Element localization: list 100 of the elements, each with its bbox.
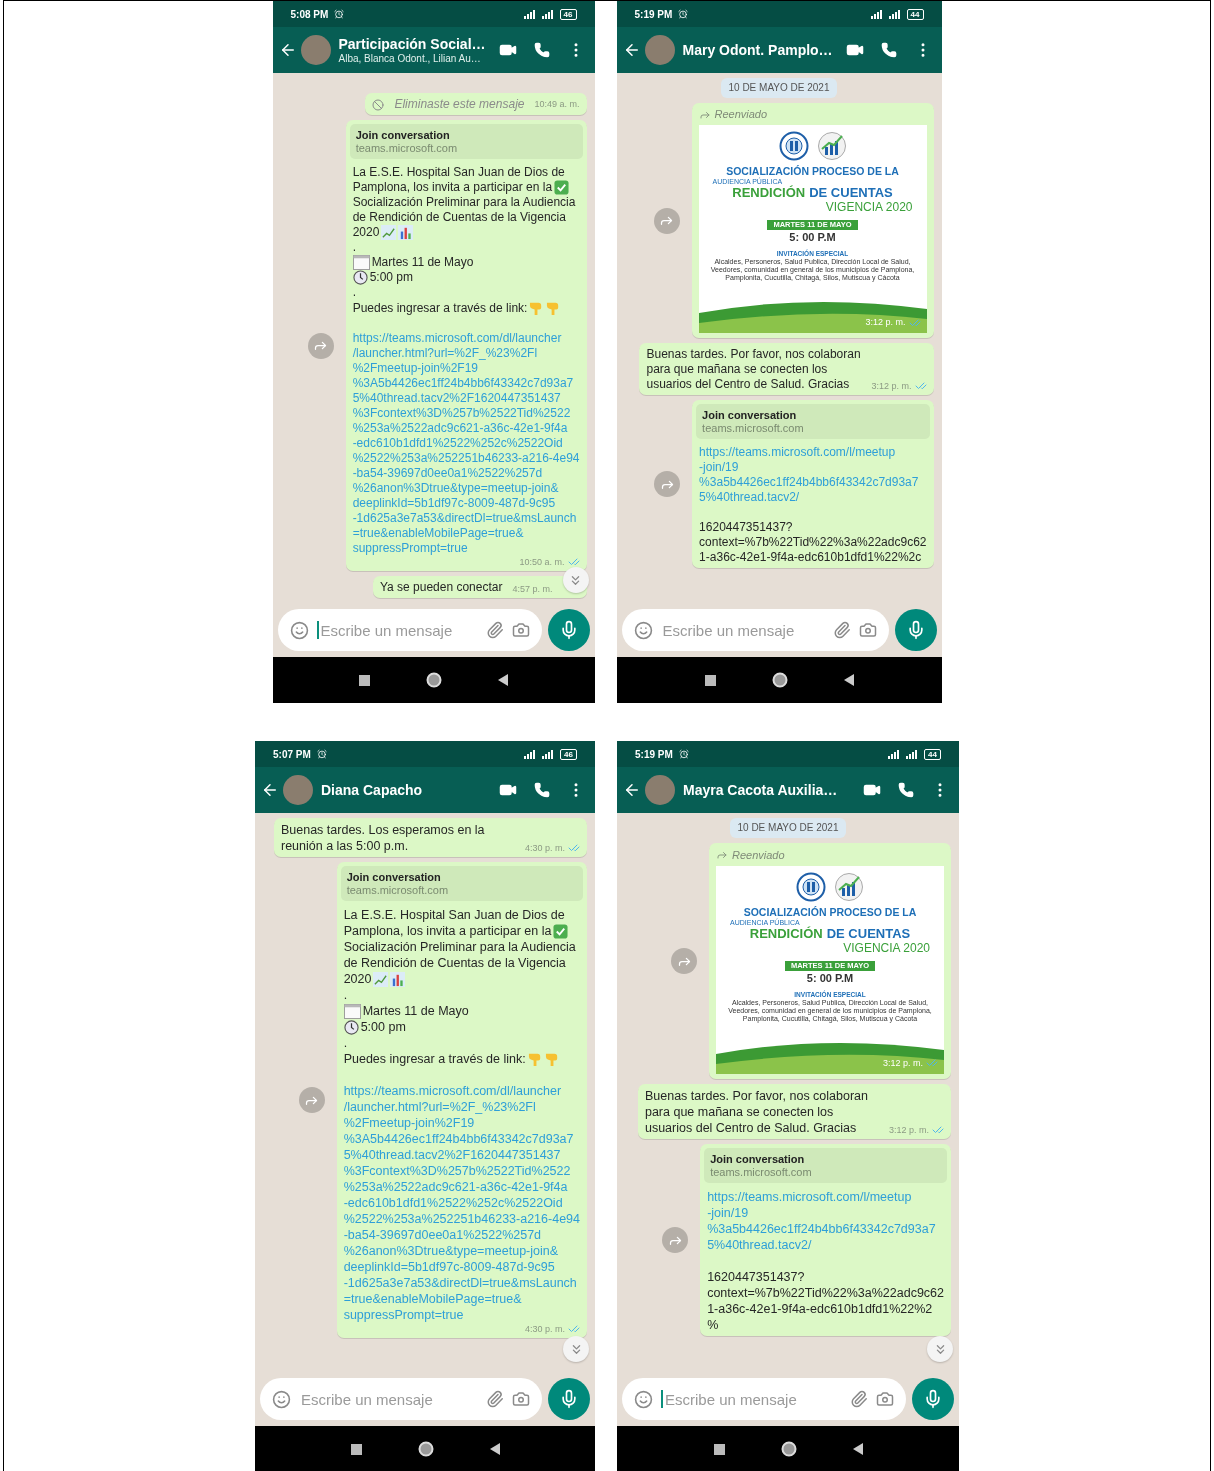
camera-icon[interactable] xyxy=(876,1390,894,1408)
check-mark-icon xyxy=(554,180,570,195)
message-field[interactable]: Escribe un mensaje xyxy=(277,609,542,651)
microphone-button[interactable] xyxy=(912,1378,954,1420)
camera-icon[interactable] xyxy=(512,1390,530,1408)
emoji-icon[interactable] xyxy=(634,1389,653,1409)
scroll-down-button[interactable] xyxy=(563,1336,589,1362)
message-time: 4:30 p. m. xyxy=(524,1323,565,1335)
battery-indicator: 46 xyxy=(559,8,577,20)
bar-chart-icon xyxy=(390,971,406,987)
battery-indicator: 46 xyxy=(560,748,577,760)
phone-call-icon[interactable] xyxy=(534,782,550,798)
deleted-message-text: Eliminaste este mensaje xyxy=(394,97,525,112)
poster-time: 5: 00 P.M xyxy=(806,971,854,985)
link-preview[interactable]: Join conversation teams.microsoft.com xyxy=(704,1148,947,1183)
message-text: 1620447351437? xyxy=(707,1269,805,1285)
link-preview[interactable]: Join conversation teams.microsoft.com xyxy=(696,404,930,439)
link-preview[interactable]: Join conversation teams.microsoft.com xyxy=(349,124,583,159)
home-icon[interactable] xyxy=(417,1441,434,1457)
check-mark-icon xyxy=(553,923,569,939)
message-text: 5:00 pm xyxy=(369,270,413,285)
attach-icon[interactable] xyxy=(486,1390,504,1408)
microphone-button[interactable] xyxy=(894,609,937,651)
message-text: de Rendición de Cuentas de la Vigencia xyxy=(352,210,566,225)
deleted-icon xyxy=(372,98,385,111)
home-icon[interactable] xyxy=(780,1441,797,1457)
back-nav-icon[interactable] xyxy=(498,674,508,686)
microphone-button[interactable] xyxy=(548,1378,590,1420)
back-icon[interactable] xyxy=(623,781,641,799)
status-time: 5:19 PM xyxy=(635,748,673,760)
message-text: . xyxy=(352,285,356,300)
camera-icon[interactable] xyxy=(511,621,530,639)
forwarded-label: Reenviado xyxy=(732,848,785,863)
phone-call-icon[interactable] xyxy=(898,782,914,798)
poster-time: 5: 00 P.M xyxy=(789,230,836,244)
growth-chart-icon xyxy=(816,131,847,161)
poster-headline: DE CUENTAS xyxy=(826,927,911,941)
home-icon[interactable] xyxy=(426,672,442,688)
link-preview-domain: teams.microsoft.com xyxy=(355,142,459,155)
phone-call-icon[interactable] xyxy=(533,42,550,58)
poster-image[interactable] xyxy=(716,866,944,1074)
battery-indicator: 44 xyxy=(924,748,941,760)
message-text: context=%7b%22Tid%22%3a%22adc9c62 xyxy=(699,535,927,550)
battery-indicator: 44 xyxy=(906,8,924,20)
attach-icon[interactable] xyxy=(850,1390,868,1408)
phone-call-icon[interactable] xyxy=(880,42,897,58)
signal-icon xyxy=(524,749,537,759)
emoji-icon[interactable] xyxy=(289,620,309,640)
recent-apps-icon[interactable] xyxy=(704,674,716,686)
message-text: Pamplona, los invita a participar en la xyxy=(343,923,552,939)
link-preview-domain: teams.microsoft.com xyxy=(702,422,805,435)
line-chart-icon xyxy=(373,971,389,987)
chat-title[interactable]: Mayra Cacota Auxilia… xyxy=(683,781,838,799)
back-nav-icon[interactable] xyxy=(843,674,854,686)
message-field[interactable]: Escribe un mensaje xyxy=(621,609,889,651)
calendar-icon xyxy=(343,1003,361,1019)
message-text: 5:00 pm xyxy=(360,1019,406,1035)
message-field[interactable]: Escribe un mensaje xyxy=(622,1378,906,1420)
message-input[interactable]: Escribe un mensaje xyxy=(318,620,478,640)
recent-apps-icon[interactable] xyxy=(350,1443,362,1455)
link-preview-domain: teams.microsoft.com xyxy=(710,1166,813,1179)
chat-title[interactable]: Mary Odont. Pamplo… xyxy=(682,41,833,59)
message-text: 2020 xyxy=(343,971,372,987)
attach-icon[interactable] xyxy=(832,621,851,639)
message-text: 1-a36c-42e1-9f4a-edc610b1dfd1%22%2 xyxy=(707,1301,933,1317)
message-field[interactable]: Escribe un mensaje xyxy=(260,1378,542,1420)
message-input[interactable]: Escribe un mensaje xyxy=(663,1389,842,1409)
date-chip: 10 DE MAYO DE 2021 xyxy=(729,818,847,838)
chat-title[interactable]: Diana Capacho xyxy=(321,781,423,799)
link-preview-title: Join conversation xyxy=(710,1152,806,1166)
poster-headline: RENDICIÓN xyxy=(749,927,823,941)
microphone-icon xyxy=(923,1389,943,1409)
message-text: 2020 xyxy=(352,225,380,240)
attach-icon[interactable] xyxy=(485,621,504,639)
link-preview[interactable]: Join conversation teams.microsoft.com xyxy=(340,866,583,901)
home-icon[interactable] xyxy=(771,672,788,688)
message-time: 3:12 p. m. xyxy=(888,1124,929,1136)
message-input[interactable]: Escribe un mensaje xyxy=(299,1389,478,1409)
message-input[interactable]: Escribe un mensaje xyxy=(660,620,825,640)
signal-icon xyxy=(888,9,901,19)
alarm-icon xyxy=(316,749,327,759)
recent-apps-icon[interactable] xyxy=(359,674,370,686)
poster-subtitle: VIGENCIA 2020 xyxy=(825,200,913,214)
emoji-icon[interactable] xyxy=(272,1389,291,1409)
calendar-icon xyxy=(352,255,370,270)
back-nav-icon[interactable] xyxy=(489,1443,500,1455)
scroll-down-button[interactable] xyxy=(927,1336,953,1362)
alarm-icon xyxy=(334,9,345,19)
poster-image[interactable] xyxy=(698,125,927,333)
microphone-button[interactable] xyxy=(547,609,590,651)
chat-title[interactable]: Participación Social… xyxy=(338,35,486,53)
back-icon[interactable] xyxy=(261,781,279,799)
emoji-icon[interactable] xyxy=(633,620,653,640)
status-time: 5:19 PM xyxy=(634,8,673,20)
recent-apps-icon[interactable] xyxy=(713,1443,725,1455)
message-text: Martes 11 de Mayo xyxy=(371,255,474,270)
back-nav-icon[interactable] xyxy=(852,1443,863,1455)
message-text: Buenas tardes. Los esperamos en la reunión a las 5:00 p.m. xyxy=(280,822,486,854)
signal-icon xyxy=(541,9,554,19)
camera-icon[interactable] xyxy=(858,621,877,639)
